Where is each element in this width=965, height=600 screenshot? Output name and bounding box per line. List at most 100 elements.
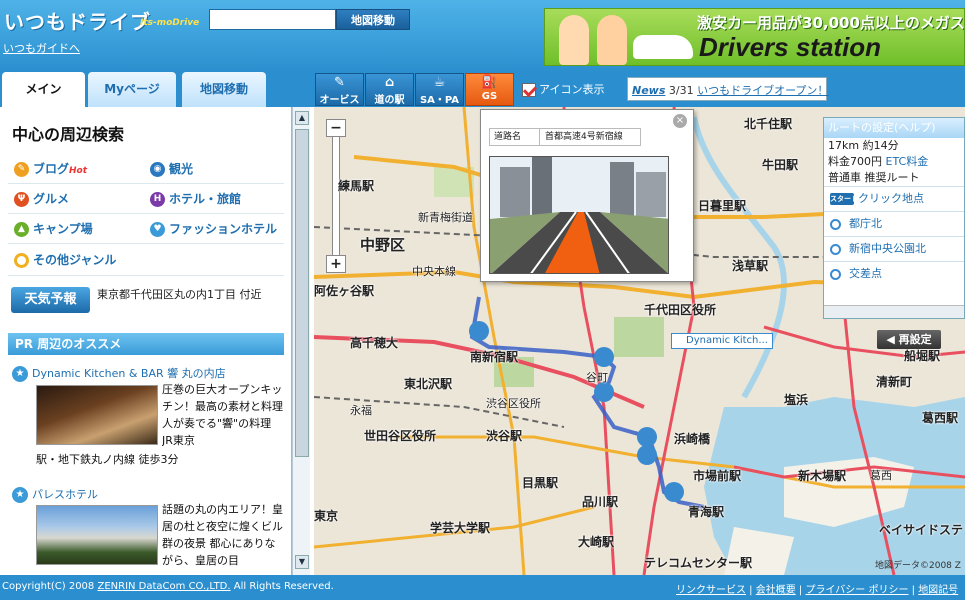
map-move-button[interactable]: 地図移動 xyxy=(336,9,410,30)
tool-label: SA・PA xyxy=(419,95,460,106)
route-point[interactable]: 交差点 xyxy=(824,261,964,286)
site-logo[interactable]: いつもドライブ xyxy=(4,6,151,35)
category-label: ブログ xyxy=(33,162,70,176)
route-fee: 料金700円 ETC料金 xyxy=(824,154,964,170)
guide-link[interactable]: いつもガイドへ xyxy=(3,40,80,56)
main-tabs: メイン Myページ 地図移動 xyxy=(0,72,314,107)
sapa-button[interactable]: ☕ SA・PA xyxy=(415,73,464,106)
poi-tooltip[interactable]: Dynamic Kitch... xyxy=(671,333,773,349)
ad-title: Drivers station xyxy=(699,32,882,62)
restaurant-photo[interactable] xyxy=(36,385,158,445)
map-label: 東京 xyxy=(314,509,339,523)
footer-link-company[interactable]: 会社概要 xyxy=(756,585,796,596)
route-car-type: 普通車 推奨ルート xyxy=(828,171,920,184)
copyright-suffix: All Rights Reserved. xyxy=(230,581,334,592)
zoom-in-button[interactable]: + xyxy=(326,255,346,273)
category-label: ファッションホテル xyxy=(169,222,278,236)
pr-heading: PR 周辺のオススメ xyxy=(8,333,284,355)
divider xyxy=(8,243,284,244)
michinoeki-button[interactable]: ⌂ 道の駅 xyxy=(365,73,414,106)
route-panel-scrollbar[interactable] xyxy=(824,305,964,318)
category-gourmet[interactable]: Ψ グルメ xyxy=(14,190,69,207)
scroll-thumb[interactable] xyxy=(295,129,309,457)
icon-display-checkbox[interactable] xyxy=(522,83,536,97)
map-label: 谷町 xyxy=(586,371,608,384)
pr-item-title[interactable]: ★ Dynamic Kitchen & BAR 響 丸の内店 xyxy=(12,365,226,382)
route-point-start[interactable]: スタートクリック地点 xyxy=(824,186,964,211)
category-camp[interactable]: ▲ キャンプ場 xyxy=(14,220,93,237)
map-label: 新木場駅 xyxy=(798,469,847,483)
road-name-label: 道路名 xyxy=(490,129,540,145)
weather-address: 東京都千代田区丸の内1丁目 付近 xyxy=(97,288,262,301)
map-label: 塩浜 xyxy=(784,393,809,407)
map-label: 千代田区役所 xyxy=(644,303,717,317)
map-label: 北千住駅 xyxy=(744,117,793,131)
pr-item-link[interactable]: パレスホテル xyxy=(32,488,98,501)
map-label: 浜崎橋 xyxy=(674,432,711,446)
pr-item-link[interactable]: Dynamic Kitchen & BAR 響 丸の内店 xyxy=(32,367,226,380)
icon-display-toggle[interactable]: アイコン表示 xyxy=(522,81,604,97)
pr-item-description: 圧巻の巨大オープンキッチン！最高の素材と料理人が奏でる"響"の料理 JR東京 xyxy=(162,383,283,447)
gs-button[interactable]: ⛽ GS xyxy=(465,73,514,106)
category-blog[interactable]: ✎ ブログHot xyxy=(14,160,87,177)
category-label: ホテル・旅館 xyxy=(169,192,242,206)
map-view[interactable]: − + 練馬駅 新青梅街道 中野区 中央本線 阿佐ヶ谷駅 高千穂大 南新宿駅 東… xyxy=(314,107,965,575)
news-tag[interactable]: News xyxy=(632,84,665,97)
map-label: 永福 xyxy=(350,404,372,417)
ad-banner[interactable]: 激安カー用品が30,000点以上のメガストア Drivers station xyxy=(544,8,965,66)
map-toolbar: ✎ オービス ⌂ 道の駅 ☕ SA・PA ⛽ GS アイコン表示 News 3/… xyxy=(314,72,965,107)
tab-mypage[interactable]: Myページ xyxy=(88,72,176,107)
reset-route-button[interactable]: ◀ 再設定 xyxy=(877,330,941,349)
route-point[interactable]: 都庁北 xyxy=(824,211,964,236)
map-label: 渋谷区役所 xyxy=(486,397,541,410)
camera-icon: ✎ xyxy=(334,75,345,90)
cup-icon: ☕ xyxy=(433,75,446,90)
heart-icon: ♥ xyxy=(150,222,165,237)
tool-label: 道の駅 xyxy=(374,95,405,106)
news-link[interactable]: いつもドライブオープン！ xyxy=(697,84,828,97)
footer-link-map-symbols[interactable]: 地図記号 xyxy=(918,585,958,596)
sidebar: 中心の周辺検索 ✎ ブログHot ◉ 観光 Ψ グルメ H ホテル・旅館 ▲ キャンプ場 … xyxy=(0,107,292,575)
route-panel-heading: ルートの設定(ヘルプ) xyxy=(824,118,964,138)
tab-map-move[interactable]: 地図移動 xyxy=(182,72,266,107)
footer-copyright: Copyright(C) 2008 ZENRIN DataCom CO.,LTD… xyxy=(2,581,334,592)
close-icon[interactable]: × xyxy=(673,114,687,128)
map-label: 牛田駅 xyxy=(762,158,799,172)
map-label: 葛西 xyxy=(870,469,892,482)
hotel-photo[interactable] xyxy=(36,505,158,565)
category-sightseeing[interactable]: ◉ 観光 xyxy=(150,160,193,177)
route-distance: 17km 約14分 xyxy=(828,139,899,152)
pr-item-description: 話題の丸の内エリア！皇居の杜と夜空に煌くビル群の夜景 都心にありながら、皇居の目 xyxy=(162,503,283,567)
zoom-control: − + xyxy=(326,119,346,273)
map-label: 世田谷区役所 xyxy=(364,429,437,443)
category-fashion-hotel[interactable]: ♥ ファッションホテル xyxy=(150,220,277,237)
map-label: テレコムセンター駅 xyxy=(644,556,753,570)
route-point[interactable]: 新宿中央公園北 xyxy=(824,236,964,261)
pr-item-title[interactable]: ★ パレスホテル xyxy=(12,486,98,503)
scroll-down-icon[interactable]: ▼ xyxy=(295,555,309,569)
map-label: 練馬駅 xyxy=(338,179,375,193)
footer-link-service[interactable]: リンクサービス xyxy=(676,585,746,596)
route-point-label: 交差点 xyxy=(849,267,882,280)
route-fee-label: 料金700円 xyxy=(828,155,882,168)
sidebar-scrollbar[interactable]: ▲ ▼ xyxy=(292,107,310,575)
route-point-label: 新宿中央公園北 xyxy=(849,242,926,255)
road-name-value: 首都高速4号新宿線 xyxy=(545,132,623,142)
map-label: 清新町 xyxy=(876,375,913,389)
etc-fee-link[interactable]: ETC料金 xyxy=(886,155,929,168)
zoom-slider[interactable] xyxy=(332,137,340,255)
orbis-button[interactable]: ✎ オービス xyxy=(315,73,364,106)
zoom-out-button[interactable]: − xyxy=(326,119,346,137)
footer-link-privacy[interactable]: プライバシー ポリシー xyxy=(805,585,908,596)
weather-button[interactable]: 天気予報 xyxy=(11,287,90,313)
map-label: 東北沢駅 xyxy=(404,377,453,391)
route-heading-label[interactable]: ルートの設定(ヘルプ) xyxy=(828,121,936,134)
company-link[interactable]: ZENRIN DataCom CO.,LTD. xyxy=(97,581,230,592)
category-hotel[interactable]: H ホテル・旅館 xyxy=(150,190,241,207)
scroll-up-icon[interactable]: ▲ xyxy=(295,111,309,125)
map-label: 南新宿駅 xyxy=(470,350,519,364)
divider xyxy=(8,213,284,214)
map-search-input[interactable] xyxy=(209,9,336,30)
tab-main[interactable]: メイン xyxy=(2,72,85,107)
category-other[interactable]: その他ジャンル xyxy=(14,251,116,268)
